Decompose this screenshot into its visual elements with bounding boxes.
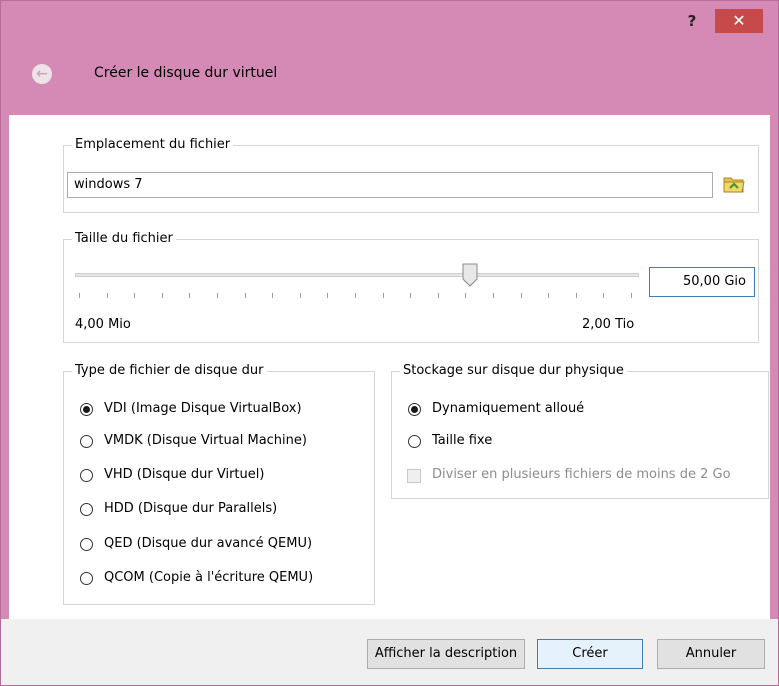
slider-tick: [134, 293, 136, 298]
radio-qcom-label: QCOM (Copie à l'écriture QEMU): [104, 570, 314, 585]
location-group-title: Emplacement du fichier: [72, 137, 234, 152]
radio-hdd-label: HDD (Disque dur Parallels): [104, 501, 278, 516]
radio-vmdk[interactable]: [80, 435, 93, 448]
create-button[interactable]: Créer: [537, 639, 643, 669]
slider-tick: [355, 293, 356, 298]
slider-tick: [189, 293, 191, 298]
radio-vhd[interactable]: [80, 469, 93, 482]
radio-vdi-label: VDI (Image Disque VirtualBox): [104, 401, 302, 416]
slider-tick: [548, 293, 550, 298]
file-type-group-title: Type de fichier de disque dur: [72, 363, 267, 378]
split-files-label: Diviser en plusieurs fichiers de moins d…: [432, 467, 731, 482]
slider-tick: [603, 293, 605, 298]
slider-tick: [410, 293, 412, 298]
slider-tick: [437, 293, 439, 298]
radio-fixed-label: Taille fixe: [432, 433, 493, 448]
radio-vhd-label: VHD (Disque dur Virtuel): [104, 467, 265, 482]
slider-tick: [161, 293, 163, 298]
slider-tick: [244, 293, 246, 298]
title-bar: ? ✕: [1, 1, 778, 41]
slider-tick: [465, 293, 467, 298]
size-slider-thumb[interactable]: [462, 263, 478, 287]
cancel-button[interactable]: Annuler: [657, 639, 765, 669]
slider-tick: [575, 293, 577, 298]
size-value-input[interactable]: 50,00 Gio: [649, 267, 755, 297]
radio-hdd[interactable]: [80, 503, 93, 516]
slider-tick: [217, 293, 218, 298]
close-button[interactable]: ✕: [715, 9, 763, 33]
slider-tick: [106, 293, 108, 298]
slider-tick: [382, 293, 384, 298]
slider-tick: [520, 293, 522, 298]
radio-vdi[interactable]: [80, 403, 93, 416]
radio-fixed[interactable]: [408, 435, 421, 448]
back-arrow-icon[interactable]: ←: [32, 64, 52, 84]
radio-qcom[interactable]: [80, 572, 93, 585]
max-size-label: 2,00 Tio: [582, 317, 635, 332]
slider-tick: [493, 293, 494, 298]
slider-tick: [272, 293, 274, 298]
split-files-checkbox[interactable]: [407, 469, 421, 483]
slider-tick: [79, 293, 80, 298]
dialog-title: Créer le disque dur virtuel: [94, 65, 278, 81]
min-size-label: 4,00 Mio: [75, 317, 131, 332]
file-location-input[interactable]: windows 7: [67, 172, 713, 198]
radio-vmdk-label: VMDK (Disque Virtual Machine): [104, 433, 307, 448]
radio-qed[interactable]: [80, 538, 93, 551]
help-button[interactable]: ?: [675, 9, 709, 33]
show-description-button[interactable]: Afficher la description: [367, 639, 525, 669]
size-slider-track[interactable]: [75, 273, 639, 277]
folder-browse-icon[interactable]: [722, 172, 746, 196]
slider-tick: [631, 293, 632, 298]
size-group-title: Taille du fichier: [72, 231, 176, 246]
radio-dynamic[interactable]: [408, 403, 421, 416]
storage-group-title: Stockage sur disque dur physique: [400, 363, 627, 378]
dialog-window: ? ✕ ← Créer le disque dur virtuel Emplac…: [0, 0, 779, 686]
radio-dynamic-label: Dynamiquement alloué: [432, 401, 585, 416]
radio-qed-label: QED (Disque dur avancé QEMU): [104, 536, 313, 551]
slider-tick: [299, 293, 301, 298]
slider-tick: [327, 293, 329, 298]
